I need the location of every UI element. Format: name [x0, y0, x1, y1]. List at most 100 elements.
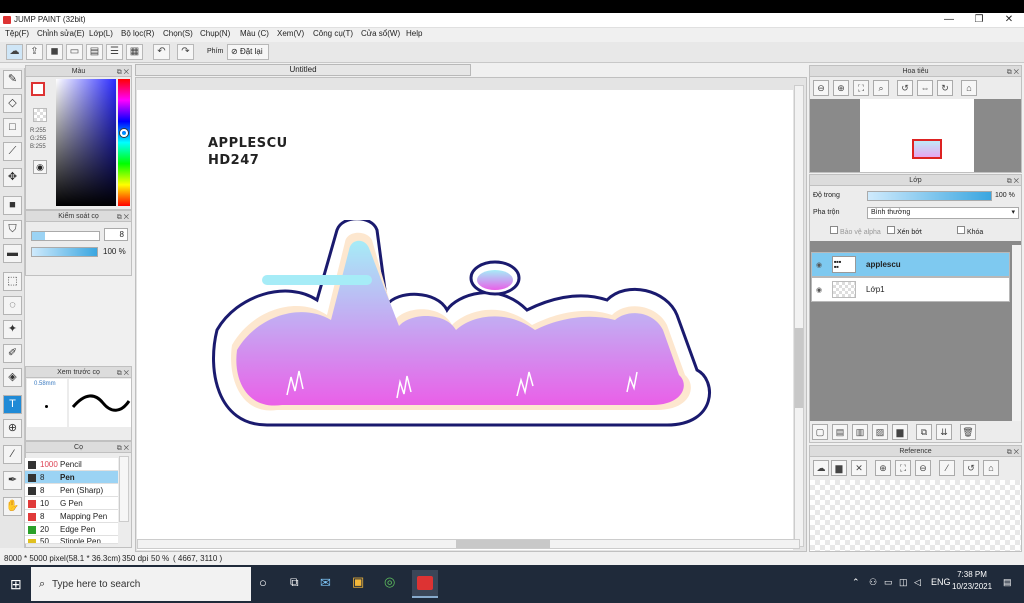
move-tool-icon[interactable]: ✥	[3, 168, 22, 187]
menu-color[interactable]: Màu (C)	[240, 29, 269, 38]
reset-button[interactable]: ⊘ Đặt lại	[227, 44, 269, 60]
reference-view[interactable]	[810, 480, 1021, 551]
redo-icon[interactable]: ↷	[177, 44, 194, 60]
layer-row-layer1[interactable]: ◉ Lớp1	[811, 277, 1010, 302]
windows-start-icon[interactable]: ⊞	[10, 576, 22, 593]
menu-filter[interactable]: Bộ lọc(R)	[121, 29, 154, 38]
select-eraser-icon[interactable]: ◈	[3, 368, 22, 387]
menu-layer[interactable]: Lớp(L)	[89, 29, 113, 38]
minimize-button[interactable]: —	[934, 13, 964, 27]
maximize-button[interactable]: ❐	[964, 13, 994, 27]
chrome-icon[interactable]: ◎	[384, 574, 395, 590]
undo-icon[interactable]: ↶	[153, 44, 170, 60]
warp-tool-icon[interactable]: ⊕	[3, 419, 22, 438]
eraser-tool-icon[interactable]: ◇	[3, 94, 22, 113]
panel-controls-icon[interactable]: ⧉ ✕	[117, 67, 129, 78]
language-indicator[interactable]: ENG	[931, 577, 951, 587]
brush-item-edge-pen[interactable]: 20 Edge Pen	[25, 523, 118, 536]
volume-icon[interactable]: ◁	[914, 577, 921, 588]
clipping-option[interactable]: Xén bớt	[887, 226, 922, 236]
reference-close-icon[interactable]: ✕	[851, 460, 867, 476]
panel-controls-icon[interactable]: ⧉ ✕	[1007, 67, 1019, 78]
navigator-view[interactable]	[810, 99, 1021, 172]
document-icon[interactable]: ▤	[86, 44, 103, 60]
menu-select[interactable]: Chọn(S)	[163, 29, 193, 38]
merge-layer-icon[interactable]: ⇊	[936, 424, 952, 440]
flip-icon[interactable]: ⇔	[917, 80, 933, 96]
panel-controls-icon[interactable]: ⧉ ✕	[117, 368, 129, 379]
pen-icon[interactable]: ✒	[3, 471, 22, 490]
document-tab[interactable]: Untitled	[135, 64, 471, 76]
brush-size-slider[interactable]	[31, 231, 100, 241]
palette-icon[interactable]: ◉	[33, 160, 47, 174]
menu-edit[interactable]: Chỉnh sửa(E)	[37, 29, 85, 38]
brush-item-mapping-pen[interactable]: 8 Mapping Pen	[25, 510, 118, 523]
fill-rect-tool-icon[interactable]: ■	[3, 196, 22, 215]
panel-controls-icon[interactable]: ⧉ ✕	[1007, 176, 1019, 187]
reference-cloud-icon[interactable]: ☁	[813, 460, 829, 476]
brush-item-stipple-pen[interactable]: 50 Stipple Pen	[25, 536, 118, 544]
eyedropper-icon[interactable]: ⁄	[3, 445, 22, 464]
rotate-right-icon[interactable]: ↻	[937, 80, 953, 96]
taskbar-clock[interactable]: 7:38 PM 10/23/2021	[952, 569, 992, 593]
panel-controls-icon[interactable]: ⧉ ✕	[117, 212, 129, 223]
notification-icon[interactable]: ▤	[1003, 577, 1012, 588]
panel-controls-icon[interactable]: ⧉ ✕	[1007, 447, 1019, 458]
new-tone-layer-icon[interactable]: ▥	[852, 424, 868, 440]
menu-view[interactable]: Xem(V)	[277, 29, 304, 38]
menu-help[interactable]: Help	[406, 29, 422, 38]
transparent-color-swatch[interactable]	[33, 108, 47, 122]
blend-mode-select[interactable]: Bình thường ▾	[867, 207, 1019, 219]
network-icon[interactable]: ◫	[899, 577, 908, 588]
chevron-up-icon[interactable]: ⌃	[852, 577, 860, 588]
select-rect-icon[interactable]: ⬚	[3, 272, 22, 291]
protect-alpha-checkbox[interactable]	[830, 226, 838, 234]
canvas-horizontal-scrollbar[interactable]	[137, 539, 800, 549]
brush-size-input[interactable]: 8	[104, 228, 128, 241]
lock-checkbox[interactable]	[957, 226, 965, 234]
export-icon[interactable]: ⇪	[26, 44, 43, 60]
task-view-icon[interactable]: ⧉	[290, 575, 299, 590]
brush-item-pencil[interactable]: 1000 Pencil	[25, 458, 118, 471]
brush-opacity-slider[interactable]	[31, 247, 98, 257]
visibility-icon[interactable]: ◉	[816, 261, 822, 269]
saturation-value-picker[interactable]	[56, 79, 116, 206]
panel-controls-icon[interactable]: ⧉ ✕	[117, 443, 129, 454]
reference-zoom-in-icon[interactable]: ⊕	[875, 460, 891, 476]
zoom-out-icon[interactable]: ⊖	[813, 80, 829, 96]
bucket-tool-icon[interactable]: ⛉	[3, 220, 22, 239]
shape-tool-icon[interactable]: □	[3, 118, 22, 137]
lock-option[interactable]: Khóa	[957, 226, 983, 236]
magic-wand-icon[interactable]: ✦	[3, 320, 22, 339]
grid-icon[interactable]: ▦	[126, 44, 143, 60]
reference-eyedropper-icon[interactable]: ⁄	[939, 460, 955, 476]
fit-window-icon[interactable]: ⛶	[853, 80, 869, 96]
taskbar-search-box[interactable]: ⌕ Type here to search	[31, 567, 251, 601]
brush-tool-icon[interactable]: ✎	[3, 70, 22, 89]
text-tool-icon[interactable]: T	[3, 395, 22, 414]
navigator-viewport-frame[interactable]	[912, 139, 942, 159]
brush-list-scrollbar[interactable]	[119, 456, 129, 522]
layer-opacity-slider[interactable]	[867, 191, 992, 201]
menu-tools[interactable]: Công cụ(T)	[313, 29, 353, 38]
cortana-icon[interactable]: ○	[259, 575, 267, 590]
battery-icon[interactable]: ▭	[884, 577, 893, 588]
people-icon[interactable]: ⚇	[869, 577, 877, 588]
lasso-icon[interactable]: ◌	[3, 296, 22, 315]
hand-tool-icon[interactable]: ✋	[3, 497, 22, 516]
new-layer-icon[interactable]: ▢	[812, 424, 828, 440]
reference-open-icon[interactable]: ▆	[831, 460, 847, 476]
rotate-left-icon[interactable]: ↺	[897, 80, 913, 96]
hue-slider[interactable]	[118, 79, 130, 206]
foreground-color-swatch[interactable]	[31, 82, 45, 96]
delete-layer-icon[interactable]: 🗑	[960, 424, 976, 440]
select-pen-icon[interactable]: ✐	[3, 344, 22, 363]
list-icon[interactable]: ☰	[106, 44, 123, 60]
reference-zoom-out-icon[interactable]: ⊖	[915, 460, 931, 476]
gradient-tool-icon[interactable]: ▬	[3, 244, 22, 263]
menu-file[interactable]: Tệp(F)	[5, 29, 29, 38]
protect-alpha-option[interactable]: Bảo vệ alpha	[830, 226, 881, 236]
store-icon[interactable]: ▣	[352, 574, 364, 590]
menu-capture[interactable]: Chụp(N)	[200, 29, 230, 38]
line-tool-icon[interactable]: ⟋	[3, 142, 22, 161]
